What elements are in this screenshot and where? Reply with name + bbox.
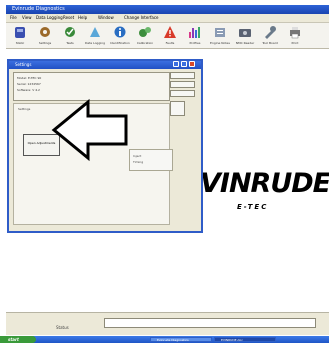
faults-warning-icon	[164, 26, 176, 38]
brand-logo-subtext: E-TEC	[237, 203, 269, 211]
toolbar-button-settings[interactable]: Settings	[33, 25, 57, 47]
engine-icon	[15, 27, 25, 38]
os-taskbar: start Evinrude Diagnostics EVINRUDE.doc	[0, 336, 329, 343]
toolbar-label: Static	[15, 41, 25, 45]
menu-item-reset[interactable]: Reset	[63, 14, 74, 22]
menu-bar: File View Data Logging Reset Help Window…	[6, 14, 329, 23]
toolbar-button-identification[interactable]: Identification	[108, 25, 132, 47]
toolbar: Static Settings Tests Data Logging Ident…	[6, 23, 329, 49]
identification-icon	[114, 26, 126, 38]
toolbar-button-static[interactable]: Static	[8, 25, 32, 47]
taskbar-item-label: Evinrude Diagnostics	[157, 338, 189, 342]
side-control-2[interactable]	[170, 81, 195, 88]
dialog-title: Settings	[15, 62, 32, 67]
toolbar-label: Tests	[66, 41, 74, 45]
start-button[interactable]: start	[0, 336, 36, 343]
taskbar-item-active[interactable]: EVINRUDE.doc	[214, 337, 276, 342]
info-line: Serial: 1234567	[17, 82, 41, 86]
toolbar-label: Settings	[38, 41, 52, 45]
toolbar-button-data-logging[interactable]: Data Logging	[83, 25, 107, 47]
menu-item-change-interface[interactable]: Change Interface	[124, 14, 159, 22]
pointer-arrow-icon	[51, 98, 128, 162]
toolbar-label: Calibration	[136, 41, 154, 45]
info-line: Model: E-TEC 90	[17, 76, 42, 80]
settings-icon	[40, 27, 50, 37]
maximize-button[interactable]	[181, 61, 187, 67]
toolbar-label: Faults	[165, 41, 175, 45]
side-control-1[interactable]	[170, 72, 195, 79]
calibration-icon	[139, 27, 151, 37]
menu-item-file[interactable]: File	[10, 14, 17, 22]
toolbar-button-profiles[interactable]: Profiles	[183, 25, 207, 47]
engine-notes-icon	[215, 28, 225, 37]
toolbar-button-nmc-reader[interactable]: NMC Reader	[233, 25, 257, 47]
toolbar-label: NMC Reader	[235, 41, 255, 45]
data-logging-icon	[90, 27, 100, 37]
toolbar-label: Identification	[110, 41, 130, 45]
side-control-3[interactable]	[170, 90, 195, 97]
toolbar-label: Profiles	[189, 41, 201, 45]
toolbar-button-print[interactable]: Print	[283, 25, 307, 47]
status-field	[104, 318, 316, 328]
side-info-line: Timing	[133, 160, 144, 164]
window-title-bar: Evinrude Diagnostics	[6, 5, 329, 14]
side-list-box[interactable]	[170, 101, 185, 116]
status-label: Status	[56, 325, 69, 330]
toolbar-button-tests[interactable]: Tests	[58, 25, 82, 47]
profiles-chart-icon	[189, 27, 200, 38]
menu-item-help[interactable]: Help	[78, 14, 87, 22]
status-bar: Status	[6, 312, 329, 335]
menu-item-window[interactable]: Window	[98, 14, 114, 22]
toolbar-button-tool-board[interactable]: Tool Board	[258, 25, 282, 47]
print-icon	[290, 27, 300, 39]
toolbar-button-engine-notes[interactable]: Engine Notes	[208, 25, 232, 47]
dialog-title-bar[interactable]: Settings	[9, 61, 201, 69]
toolbar-label: Data Logging	[84, 41, 106, 45]
window-title: Evinrude Diagnostics	[12, 6, 65, 12]
side-info-box: Inject Timing	[129, 149, 173, 171]
brand-logo-text: VINRUDE	[200, 168, 329, 199]
menu-item-view[interactable]: View	[22, 14, 32, 22]
side-info-line: Inject	[133, 154, 142, 158]
engine-info-panel: Model: E-TEC 90 Serial: 1234567 Software…	[13, 72, 170, 101]
section-label: Settings	[18, 107, 31, 111]
taskbar-item-label: EVINRUDE.doc	[221, 338, 243, 342]
toolbar-label: Engine Notes	[210, 41, 230, 45]
tool-board-icon	[265, 26, 276, 39]
taskbar-item[interactable]: Evinrude Diagnostics	[150, 337, 212, 342]
minimize-button[interactable]	[173, 61, 179, 67]
tests-icon	[65, 27, 75, 37]
toolbar-label: Print	[291, 41, 299, 45]
toolbar-button-faults[interactable]: Faults	[158, 25, 182, 47]
nmc-reader-icon	[239, 29, 251, 37]
info-line: Software: V 4.2	[17, 88, 40, 92]
menu-item-data-logging[interactable]: Data Logging	[36, 14, 63, 22]
close-button[interactable]	[189, 61, 195, 67]
toolbar-button-calibration[interactable]: Calibration	[133, 25, 157, 47]
start-label: start	[8, 337, 19, 342]
toolbar-label: Tool Board	[262, 41, 278, 45]
